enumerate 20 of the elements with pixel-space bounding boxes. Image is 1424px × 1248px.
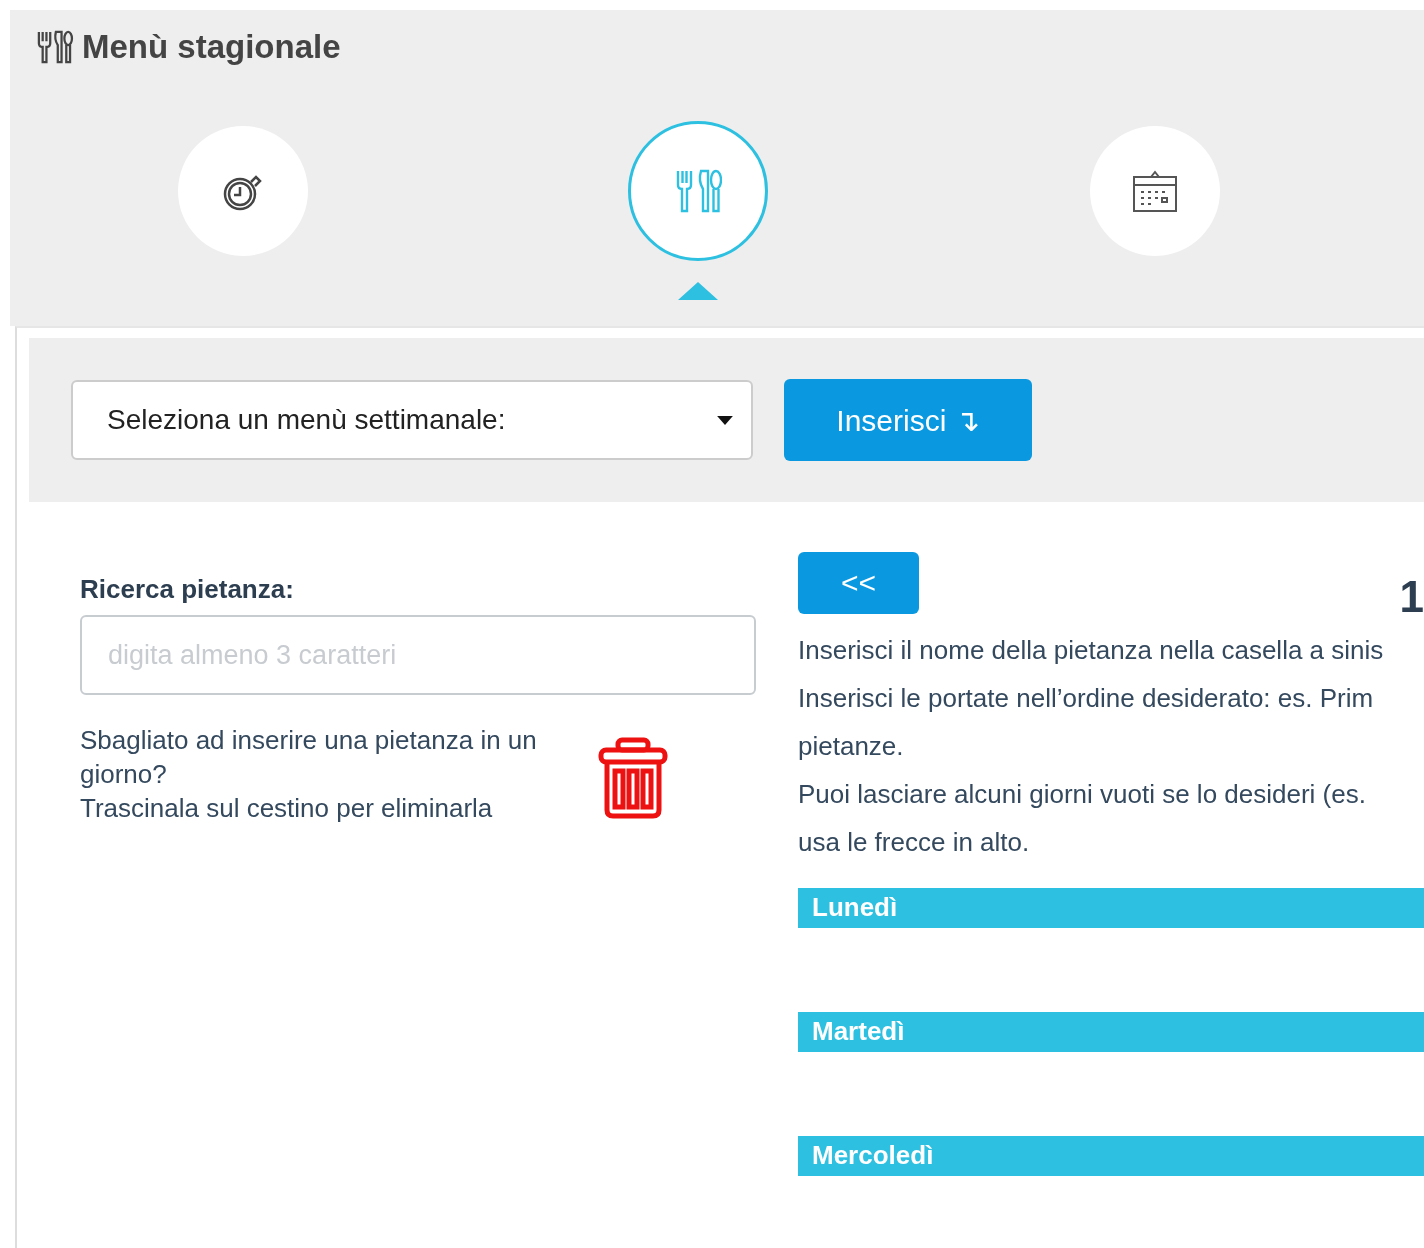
step-pointer [678, 282, 718, 300]
insert-button[interactable]: Inserisci ↴ [784, 379, 1032, 461]
trash-icon[interactable] [598, 737, 668, 819]
instruction-text: Puoi lasciare alcuni giorni vuoti se lo desideri (es. [798, 778, 1367, 811]
previous-week-button[interactable]: << [798, 552, 919, 614]
instruction-text: usa le frecce in alto. [798, 826, 1031, 859]
instruction-text: pietanze. [798, 730, 905, 763]
day-header: Lunedì [798, 888, 1424, 928]
page-title: Menù stagionale [82, 28, 341, 66]
cutlery-icon [674, 167, 722, 215]
week-number: 1 [1399, 572, 1424, 622]
menu-select[interactable]: Seleziona un menù settimanale: [71, 380, 753, 460]
day-header: Martedì [798, 1012, 1424, 1052]
day-header: Mercoledì [798, 1136, 1424, 1176]
instruction-text: Inserisci le portate nell’ordine desiderato: es. Prim [798, 682, 1375, 715]
instruction-text: Inserisci il nome della pietanza nella casella a sinis [798, 634, 1385, 667]
trash-hint-text: Sbagliato ad inserire una pietanza in un giorno? [80, 724, 538, 791]
search-label: Ricerca pietanza: [80, 574, 295, 605]
caret-icon [717, 415, 733, 425]
trash-hint-text: Trascinala sul cestino per eliminarla [80, 792, 494, 825]
